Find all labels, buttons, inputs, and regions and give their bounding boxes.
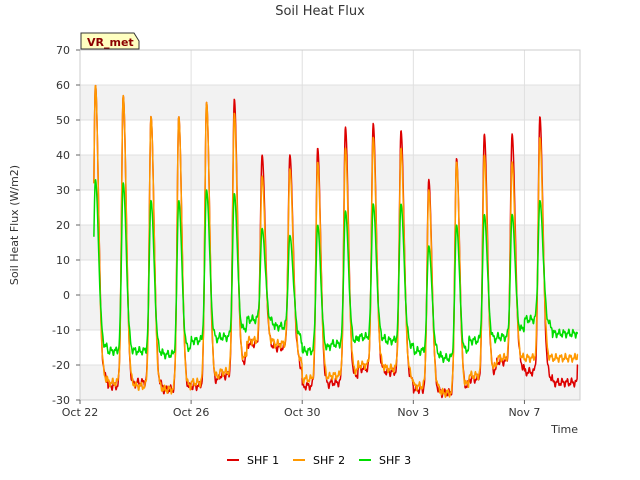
y-tick-label: -20 <box>52 359 70 372</box>
y-tick-label: 40 <box>56 149 70 162</box>
legend-item[interactable]: SHF 2 <box>293 454 345 467</box>
legend-item[interactable]: SHF 3 <box>359 454 411 467</box>
site-badge: VR_met <box>80 32 140 50</box>
y-tick-label: 0 <box>63 289 70 302</box>
x-tick-label: Oct 30 <box>284 406 321 419</box>
x-tick-label: Nov 7 <box>508 406 540 419</box>
x-axis-label: Time <box>550 423 578 436</box>
plot-band <box>80 155 580 190</box>
y-tick-label: 70 <box>56 44 70 57</box>
x-tick-label: Oct 26 <box>173 406 210 419</box>
site-badge-label: VR_met <box>87 36 134 49</box>
plot-band <box>80 85 580 120</box>
x-tick-label: Nov 3 <box>397 406 429 419</box>
chart: -30-20-10010203040506070Oct 22 Oct 26 Oct … <box>8 4 581 467</box>
chart-title: Soil Heat Flux <box>275 4 365 19</box>
y-axis-label: Soil Heat Flux (W/m2) <box>8 165 21 285</box>
y-tick-label: 50 <box>56 114 70 127</box>
y-tick-label: 30 <box>56 184 70 197</box>
y-tick-label: 20 <box>56 219 70 232</box>
legend-label: SHF 3 <box>379 454 411 467</box>
y-tick-label: 60 <box>56 79 70 92</box>
legend-item[interactable]: SHF 1 <box>227 454 279 467</box>
legend-label: SHF 2 <box>313 454 345 467</box>
y-tick-label: 10 <box>56 254 70 267</box>
legend-label: SHF 1 <box>247 454 279 467</box>
legend[interactable]: SHF 1 SHF 2 SHF 3 <box>227 454 411 467</box>
y-tick-label: -10 <box>52 324 70 337</box>
x-tick-label: Oct 22 <box>62 406 99 419</box>
